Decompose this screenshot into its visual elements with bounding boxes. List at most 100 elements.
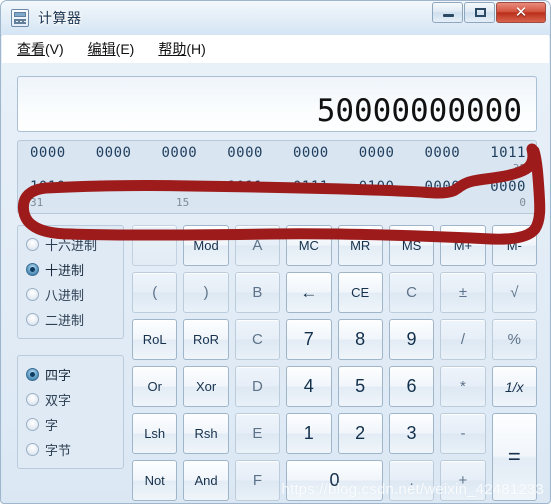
key-reciprocal[interactable]: 1/x [491, 366, 537, 407]
radio-icon [26, 263, 39, 276]
key-sqrt[interactable]: √ [491, 272, 537, 313]
key-xor[interactable]: Xor [183, 366, 229, 407]
radio-byte-label: 字节 [45, 443, 72, 458]
key-hex-a[interactable]: A [234, 225, 281, 266]
radio-word[interactable]: 字 [26, 412, 117, 437]
key-rsh[interactable]: Rsh [183, 413, 229, 454]
menu-item-help[interactable]: 帮助(H) [149, 36, 214, 62]
maximize-button[interactable] [464, 2, 495, 23]
key-blank [132, 225, 178, 266]
radio-icon [26, 368, 39, 381]
key-rol-label: RoL [142, 332, 167, 347]
radio-hex-label: 十六进制 [45, 238, 98, 253]
radio-qword[interactable]: 四字 [26, 362, 117, 387]
radio-icon [26, 288, 39, 301]
key-ms[interactable]: MS [388, 225, 435, 266]
radio-oct[interactable]: 八进制 [26, 282, 117, 307]
radio-bin[interactable]: 二进制 [26, 307, 117, 332]
radio-byte[interactable]: 字节 [26, 437, 117, 462]
key-rsh-label: Rsh [194, 426, 218, 441]
key-ror[interactable]: RoR [183, 319, 229, 360]
key-multiply[interactable]: * [440, 366, 486, 407]
radio-icon [26, 238, 39, 251]
key-lsh[interactable]: Lsh [132, 413, 178, 454]
radio-dword[interactable]: 双字 [26, 387, 117, 412]
bit-group: 0000 [30, 145, 66, 161]
key-3[interactable]: 3 [388, 413, 435, 454]
bit-group: 0000 [161, 145, 198, 161]
key-hex-f[interactable]: F [234, 460, 281, 501]
bit-group: 1011 [227, 179, 263, 195]
calculator-window: 计算器 ✕ 查看(V) 编辑(E) 帮助(H) 50000000000 0000… [0, 0, 551, 504]
key-hex-d[interactable]: D [234, 366, 281, 407]
key-mr[interactable]: MR [337, 225, 383, 266]
binary-index-labels-high: 32 [30, 162, 526, 176]
key-not[interactable]: Not [132, 460, 178, 501]
bit-group: 0000 [424, 145, 461, 161]
key-m-plus[interactable]: M+ [440, 225, 486, 266]
key-or[interactable]: Or [132, 366, 178, 407]
key-mc[interactable]: MC [286, 225, 332, 266]
key-9[interactable]: 9 [388, 319, 435, 360]
options-column: 十六进制 十进制 八进制 二进制 四字 双字 字 字节 [17, 225, 124, 469]
bit-index-label: 15 [176, 196, 190, 209]
key-percent[interactable]: % [491, 319, 537, 360]
key-backspace[interactable]: ← [286, 272, 332, 313]
key-hex-c[interactable]: C [234, 319, 281, 360]
key-mc-label: MC [298, 238, 319, 253]
key-subtract[interactable]: - [440, 413, 486, 454]
minimize-button[interactable] [432, 2, 463, 23]
key-mod[interactable]: Mod [183, 225, 229, 266]
key-and[interactable]: And [183, 460, 229, 501]
radio-word-label: 字 [45, 418, 59, 433]
key-clear[interactable]: C [388, 272, 435, 313]
key-percent-label: % [507, 331, 521, 348]
main-display: 50000000000 [17, 76, 537, 132]
title-bar[interactable]: 计算器 ✕ [1, 1, 550, 35]
key-6[interactable]: 6 [388, 366, 435, 407]
key-hex-e[interactable]: E [234, 413, 281, 454]
window-title: 计算器 [38, 10, 82, 26]
key-2[interactable]: 2 [337, 413, 383, 454]
binary-display-panel[interactable]: 0000 0000 0000 0000 0000 0000 0000 1011 … [17, 140, 537, 214]
menu-item-view-accel: (V) [45, 41, 64, 57]
binary-row-low: 1010 0100 0011 1011 0111 0100 0000 0000 … [30, 179, 526, 213]
key-rol[interactable]: RoL [132, 319, 178, 360]
key-hex-b[interactable]: B [234, 272, 281, 313]
key-5[interactable]: 5 [337, 366, 383, 407]
key-1[interactable]: 1 [286, 413, 332, 454]
key-8[interactable]: 8 [337, 319, 383, 360]
key-sign[interactable]: ± [440, 272, 486, 313]
key-mr-label: MR [350, 238, 371, 253]
calculator-icon [11, 9, 29, 27]
key-m-plus-label: M+ [453, 238, 473, 253]
radio-dec[interactable]: 十进制 [26, 257, 117, 282]
keypad: Mod A MC MR MS M+ M- () B ← CE C ± √ RoL RoR C 7 8 9 /% Or Xor… [132, 225, 537, 501]
binary-bits-high: 0000 0000 0000 0000 0000 0000 0000 1011 [30, 145, 526, 161]
key-not-label: Not [144, 473, 165, 488]
radio-hex[interactable]: 十六进制 [26, 232, 117, 257]
menu-item-edit[interactable]: 编辑(E) [79, 36, 144, 62]
watermark: https://blog.csdn.net/weixin_42481233 [281, 481, 544, 498]
binary-index-labels-low: 31 15 0 [30, 196, 526, 210]
key-paren-open[interactable]: ( [132, 272, 178, 313]
key-divide[interactable]: / [440, 319, 486, 360]
key-hex-b-label: B [252, 284, 263, 301]
binary-bits-low: 1010 0100 0011 1011 0111 0100 0000 0000 [30, 179, 526, 195]
key-m-minus[interactable]: M- [491, 225, 537, 266]
word-size-group: 四字 双字 字 字节 [17, 355, 124, 469]
bit-group: 0000 [293, 145, 329, 161]
key-7[interactable]: 7 [286, 319, 332, 360]
key-hex-c-label: C [252, 331, 263, 348]
key-ce[interactable]: CE [337, 272, 383, 313]
key-8-label: 8 [355, 329, 366, 349]
close-button[interactable]: ✕ [496, 2, 546, 23]
bit-index-label: 0 [519, 196, 526, 209]
key-4[interactable]: 4 [286, 366, 332, 407]
key-mod-label: Mod [193, 238, 219, 253]
bit-group: 0100 [358, 179, 395, 195]
key-paren-close[interactable]: ) [183, 272, 229, 313]
menu-item-view[interactable]: 查看(V) [8, 36, 73, 62]
radio-dec-label: 十进制 [45, 263, 85, 278]
bit-group: 1011 [490, 145, 526, 161]
